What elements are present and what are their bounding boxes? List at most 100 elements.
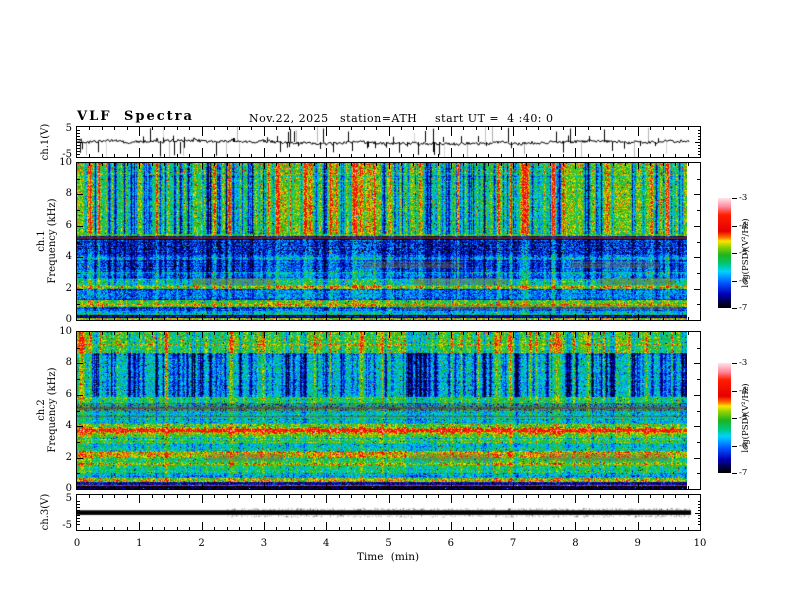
sp1-bottom-tick [389,314,390,320]
wf3-right-tick [697,515,700,516]
wf1-left-tick [77,154,80,155]
wf1-right-tick [697,136,700,137]
wf3-bottom-tick [588,527,589,530]
sp2-top-tick [364,332,365,335]
sp2-top-tick [164,332,165,335]
wf1-bottom-tick [413,154,414,157]
wf3-right-tick [697,521,700,522]
wf1-top-tick [301,127,302,130]
wf3-top-tick [301,495,302,498]
wf1-bottom-tick [139,148,140,157]
sp2-bottom-tick [326,483,327,489]
wf1-bottom-tick [563,154,564,157]
sp1-bottom-tick [326,314,327,320]
sp1-top-tick [538,163,539,166]
sp2-bottom-tick [451,483,452,489]
sp1-bottom-tick [550,317,551,320]
sp1-bottom-tick [202,314,203,320]
wf1-top-tick [251,127,252,130]
wf3-bottom-tick [438,527,439,530]
sp1-bottom-tick [675,317,676,320]
wf3-bottom-tick [127,527,128,530]
sp2-bottom-tick [376,486,377,489]
wf1-top-tick [600,127,601,130]
wf3-bottom-tick [189,527,190,530]
sp1-top-tick [638,163,639,169]
sp1-top-tick [476,163,477,166]
wf1-bottom-tick [613,154,614,157]
colorbar-2-tick-label: -7 [739,468,748,478]
ch1-label: ch.1 [36,230,47,252]
ch3v-axis-title: ch.3(V) [37,412,53,612]
wf1-bottom-tick [289,154,290,157]
wf1-right-tick [697,130,700,131]
wf3-bottom-tick [314,527,315,530]
sp2-top-tick [550,332,551,335]
wf1-bottom-tick [638,148,639,157]
wf1-bottom-tick [538,154,539,157]
sp2-tick-label: 2 [65,451,72,463]
wf3-top-tick [413,495,414,498]
wf1-bottom-tick [501,154,502,157]
wf1-bottom-tick [276,154,277,157]
ch1-freq-axis-title-text: ch.1 Frequency (kHz) [36,198,58,283]
wf1-bottom-tick [127,154,128,157]
sp1-top-tick [488,163,489,166]
sp1-bottom-tick [89,317,90,320]
sp1-top-tick [139,163,140,169]
sp1-top-tick [314,163,315,166]
sp2-bottom-tick [227,486,228,489]
wf1-top-tick [501,127,502,130]
wf3-bottom-tick [177,527,178,530]
wf1-bottom-tick [114,154,115,157]
wf1-tick-label: 5 [65,123,72,134]
sp2-bottom-tick [688,486,689,489]
sp2-top-tick [513,332,514,338]
sp2-bottom-tick [663,486,664,489]
wf1-top-tick [650,127,651,130]
sp2-right-tick [697,348,700,349]
wf1-bottom-tick [227,154,228,157]
wf1-bottom-tick [688,154,689,157]
wf3-top-tick [650,495,651,498]
sp1-top-tick [276,163,277,166]
sp2-tick-label: 8 [65,357,72,369]
sp2-top-tick [526,332,527,335]
sp1-top-tick [463,163,464,166]
wf1-left-tick [77,133,80,134]
sp1-bottom-tick [588,317,589,320]
sp2-top-tick [152,332,153,335]
wf3-bottom-tick [164,527,165,530]
sp1-right-tick [697,242,700,243]
sp2-bottom-tick [389,483,390,489]
wf1-bottom-tick [625,154,626,157]
sp2-top-tick [202,332,203,338]
wf3-left-tick [77,504,80,505]
sp1-bottom-tick [563,317,564,320]
sp1-bottom-tick [301,317,302,320]
wf3-top-tick [625,495,626,498]
sp1-bottom-tick [688,317,689,320]
sp1-top-tick [688,163,689,166]
wf3-top-tick [189,495,190,498]
sp2-top-tick [139,332,140,338]
wf3-right-tick [697,504,700,505]
sp1-left-tick [77,257,83,258]
wf1-bottom-tick [488,154,489,157]
wf1-top-tick [426,127,427,130]
sp2-bottom-tick [214,486,215,489]
colorbar-1-tick-label: -7 [739,303,748,313]
sp2-bottom-tick [114,486,115,489]
wf3-top-tick [102,495,103,498]
wf1-top-tick [625,127,626,130]
sp2-bottom-tick [276,486,277,489]
sp1-bottom-tick [239,317,240,320]
sp2-top-tick [264,332,265,338]
sp2-top-tick [688,332,689,335]
wf3-left-tick [77,507,80,508]
wf1-left-tick [77,139,80,140]
sp1-top-tick [663,163,664,166]
sp2-bottom-tick [152,486,153,489]
sp2-left-tick [77,458,83,459]
wf1-top-tick [127,127,128,130]
